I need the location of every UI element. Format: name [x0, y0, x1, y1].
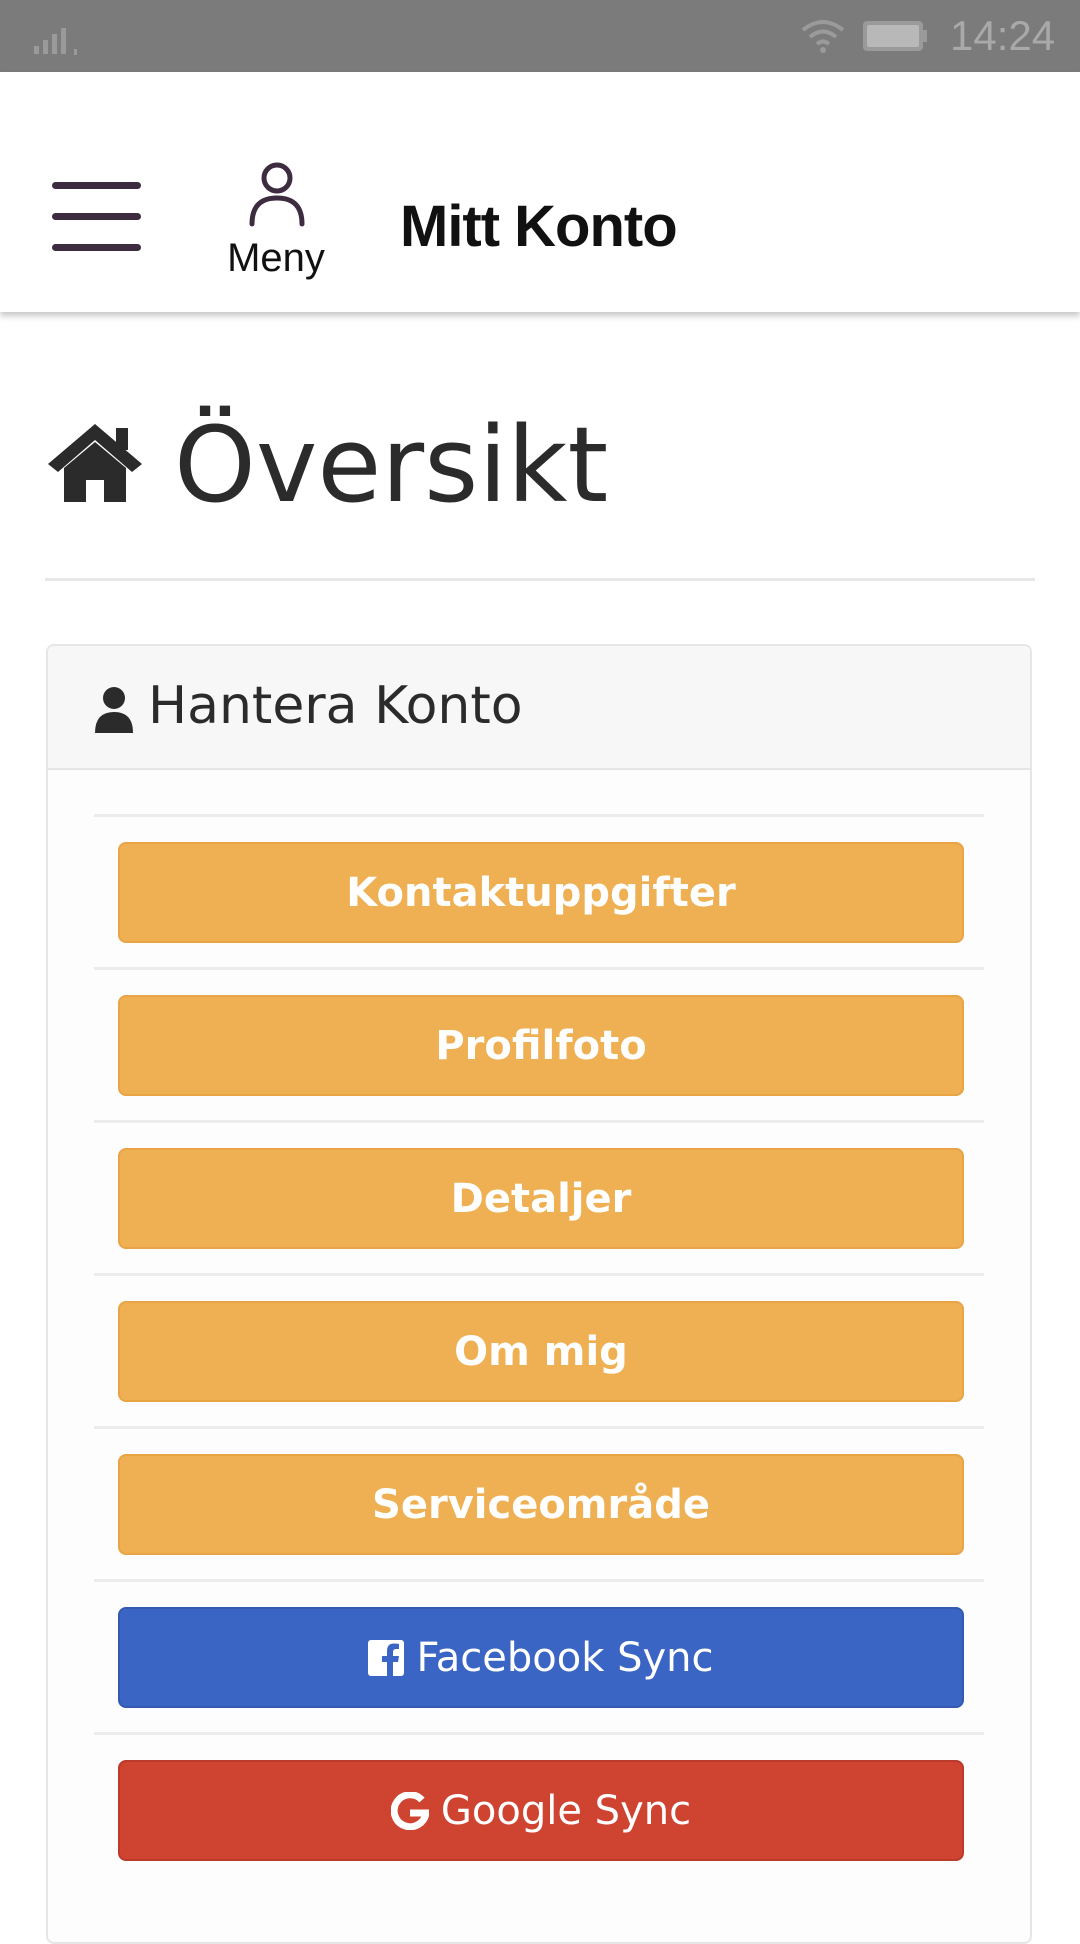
facebook-sync-button[interactable]: Facebook Sync [118, 1607, 964, 1708]
page-title: Översikt [174, 404, 609, 526]
menu-button[interactable]: Meny [208, 162, 344, 282]
app-title: Mitt Konto [400, 194, 678, 259]
account-actions-list: Kontaktuppgifter Profilfoto Detaljer Om … [94, 814, 984, 1885]
battery-icon [863, 21, 927, 51]
button-label: Profilfoto [435, 1022, 647, 1069]
divider [45, 578, 1035, 581]
profile-photo-button[interactable]: Profilfoto [118, 995, 964, 1096]
user-icon [95, 687, 133, 733]
app-header: Meny Mitt Konto [0, 72, 1080, 312]
list-item: Profilfoto [94, 967, 984, 1120]
status-bar: 14:24 [0, 0, 1080, 72]
about-me-button[interactable]: Om mig [118, 1301, 964, 1402]
list-item: Om mig [94, 1273, 984, 1426]
hamburger-line [52, 213, 141, 220]
service-area-button[interactable]: Serviceområde [118, 1454, 964, 1555]
contact-info-button[interactable]: Kontaktuppgifter [118, 842, 964, 943]
list-item: Facebook Sync [94, 1579, 984, 1732]
menu-label: Meny [227, 236, 325, 280]
list-item: Detaljer [94, 1120, 984, 1273]
manage-account-panel: Hantera Konto Kontaktuppgifter Profilfot… [46, 644, 1032, 1944]
button-label: Detaljer [450, 1175, 632, 1222]
wifi-icon [801, 20, 845, 53]
google-icon [390, 1791, 429, 1830]
facebook-icon [368, 1639, 405, 1676]
home-icon [48, 424, 142, 502]
google-sync-button[interactable]: Google Sync [118, 1760, 964, 1861]
status-clock: 14:24 [950, 12, 1056, 59]
button-label: Facebook Sync [416, 1634, 714, 1681]
hamburger-line [52, 182, 141, 189]
button-label: Kontaktuppgifter [346, 869, 736, 916]
list-item: Google Sync [94, 1732, 984, 1885]
hamburger-menu-button[interactable] [52, 182, 142, 252]
hamburger-line [52, 244, 141, 251]
list-item: Kontaktuppgifter [94, 814, 984, 967]
button-label: Om mig [454, 1328, 628, 1375]
user-outline-icon [249, 162, 305, 227]
details-button[interactable]: Detaljer [118, 1148, 964, 1249]
button-label: Google Sync [440, 1787, 692, 1834]
button-label: Serviceområde [372, 1481, 710, 1528]
signal-icon [34, 28, 77, 55]
panel-title: Hantera Konto [148, 676, 523, 736]
panel-header: Hantera Konto [48, 646, 1030, 770]
list-item: Serviceområde [94, 1426, 984, 1579]
